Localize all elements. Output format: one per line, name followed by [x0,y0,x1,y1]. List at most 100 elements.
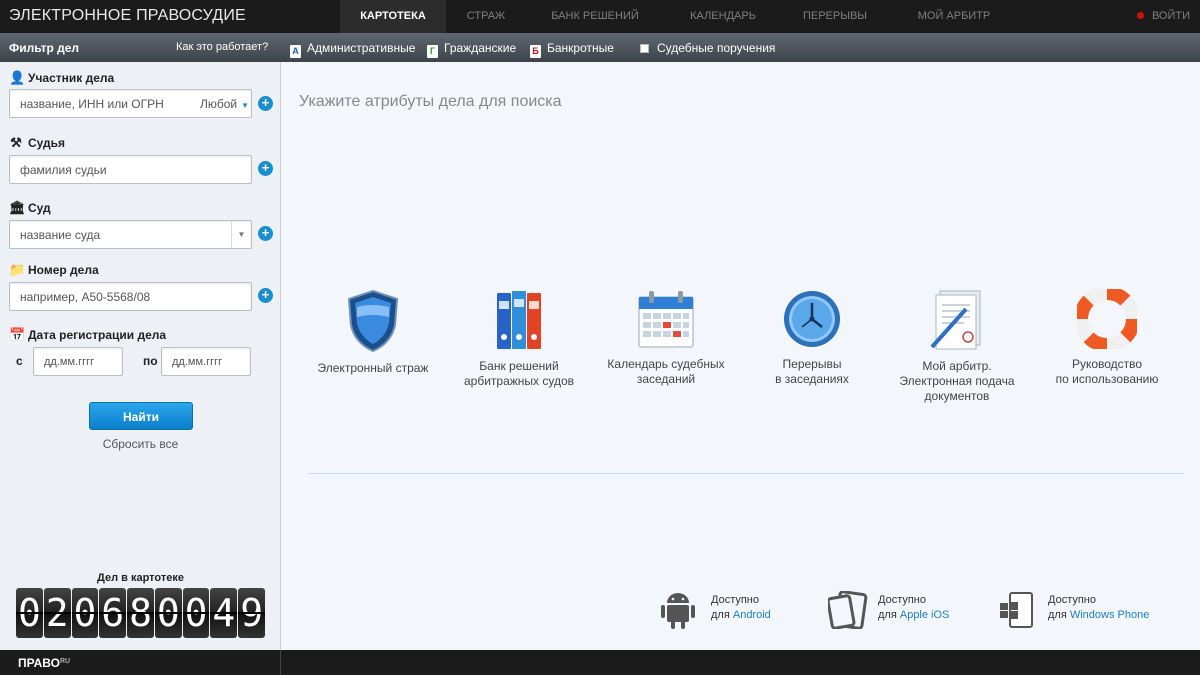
category-label: Административные [307,41,416,55]
tile-label: по использованию [1055,372,1159,386]
category-bankruptcy[interactable]: Б Банкротные [530,41,614,58]
counter-digit: 6 [99,588,127,638]
top-navbar: ЭЛЕКТРОННОЕ ПРАВОСУДИЕ КАРТОТЕКА СТРАЖ Б… [0,0,1200,33]
tile-label: Электронный страж [317,361,429,375]
status-dot-icon [1136,12,1144,19]
courthouse-icon: 🏛 [9,200,26,215]
ios-app-link[interactable]: Доступно для Apple iOS [828,591,968,631]
date-from-input[interactable] [33,347,123,376]
counter-digit: 0 [182,588,210,638]
android-icon [661,593,695,629]
court-select[interactable] [9,220,252,249]
add-participant-button[interactable]: + [258,96,273,111]
login-link[interactable]: ВОЙТИ [1136,0,1190,33]
date-to-input[interactable] [161,347,251,376]
reg-date-label: 📅 Дата регистрации дела [9,327,167,342]
bankruptcy-icon: Б [530,45,541,58]
windows-phone-link[interactable]: Windows Phone [1070,609,1150,621]
nav-calendar[interactable]: КАЛЕНДАРЬ [676,0,770,33]
login-label: ВОЙТИ [1151,10,1190,22]
tile-electronic-guard[interactable]: Электронный страж [308,289,438,376]
binders-icon [497,291,541,349]
ios-app-text: Доступно для Apple iOS [878,594,950,621]
app-for-label: для [1048,609,1067,621]
site-brand[interactable]: ЭЛЕКТРОННОЕ ПРАВОСУДИЕ [9,7,246,25]
chevron-down-icon[interactable]: ▼ [231,221,251,248]
footer-left: ПРАВОRU [0,650,281,675]
judge-input[interactable] [9,155,252,184]
judge-label: ⚒ Судья [10,135,66,150]
add-case-number-button[interactable]: + [258,288,273,303]
pravo-logo[interactable]: ПРАВОRU [18,656,70,670]
nav-bank-resheniy[interactable]: БАНК РЕШЕНИЙ [540,0,650,33]
counter-digit: 0 [71,588,99,638]
nav-pereryvy[interactable]: ПЕРЕРЫВЫ [790,0,880,33]
reset-label[interactable]: Сбросить все [103,437,179,451]
case-counter: 0 2 0 6 8 0 0 4 9 [16,588,266,638]
civil-icon: Г [427,45,438,58]
gavel-icon: ⚒ [10,135,22,150]
tile-label: арбитражных судов [463,374,575,388]
category-civil[interactable]: Г Гражданские [427,41,516,58]
reset-link[interactable]: Сбросить все [0,437,281,451]
footer-bar: ПРАВОRU [0,650,1200,675]
court-assignments-toggle[interactable]: Судебные поручения [640,41,775,55]
counter-digit: 9 [238,588,266,638]
tile-breaks[interactable]: Перерывы в заседаниях [747,289,877,387]
section-divider [308,473,1184,474]
tablet-icon [828,591,868,629]
case-count-label: Дел в картотеке [97,572,184,584]
tile-my-arbitr[interactable]: Мой арбитр. Электронная подача документо… [892,289,1022,404]
tile-label: Руководство [1071,357,1143,371]
tile-label: Электронная подача [899,374,1015,388]
category-label: Банкротные [547,41,614,55]
find-button[interactable]: Найти [89,402,193,430]
case-number-input[interactable] [9,282,252,311]
person-icon: 👤 [9,70,26,85]
category-label: Гражданские [444,41,517,55]
tile-decisions-bank[interactable]: Банк решений арбитражных судов [454,289,584,389]
nav-kartoteka[interactable]: КАРТОТЕКА [340,0,446,33]
court-label: 🏛 Суд [9,200,51,215]
add-court-button[interactable]: + [258,226,273,241]
date-from-label: с [16,354,23,368]
administrative-icon: А [290,45,301,58]
checkbox-icon[interactable] [640,44,649,53]
document-pen-icon [930,290,981,350]
ios-link[interactable]: Apple iOS [900,609,950,621]
chevron-down-icon: ▼ [241,101,250,110]
app-for-label: для [878,609,897,621]
add-judge-button[interactable]: + [258,161,273,176]
assignments-label: Судебные поручения [657,41,776,55]
counter-digit: 0 [154,588,182,638]
windows-phone-icon [1000,592,1033,628]
calendar-icon: 📅 [9,327,26,342]
counter-digit: 2 [43,588,71,638]
shield-icon [347,289,399,353]
calendar-icon [638,291,694,348]
filter-title: Фильтр дел [9,41,80,55]
tile-user-guide[interactable]: Руководство по использованию [1042,289,1172,387]
participant-type-select[interactable]: Любой ▼ [200,97,249,111]
case-number-label: 📁 Номер дела [9,262,99,277]
nav-strazh[interactable]: СТРАЖ [446,0,526,33]
windows-phone-app-link[interactable]: Доступно для Windows Phone [998,591,1168,631]
tile-hearings-calendar[interactable]: Календарь судебных заседаний [601,289,731,387]
how-it-works-link[interactable]: Как это работает? [176,41,268,53]
nav-moy-arbitr[interactable]: МОЙ АРБИТР [904,0,1004,33]
windows-phone-app-text: Доступно для Windows Phone [1048,594,1150,621]
tile-label: Мой арбитр. [922,359,992,373]
tile-label: Перерывы [782,357,842,371]
category-administrative[interactable]: А Административные [290,41,415,58]
android-app-link[interactable]: Доступно для Android [661,591,801,631]
filter-bar: Фильтр дел Как это работает? А Администра… [0,33,1200,62]
page-title: Укажите атрибуты дела для поиска [299,93,562,110]
clock-icon [784,291,840,347]
app-for-label: для [711,609,730,621]
participant-label: 👤 Участник дела [9,70,115,85]
tile-label: заседаний [636,372,696,386]
android-link[interactable]: Android [733,609,771,621]
tile-label: Календарь судебных [607,357,725,371]
lifebuoy-icon [1077,289,1137,349]
android-app-text: Доступно для Android [711,594,771,621]
